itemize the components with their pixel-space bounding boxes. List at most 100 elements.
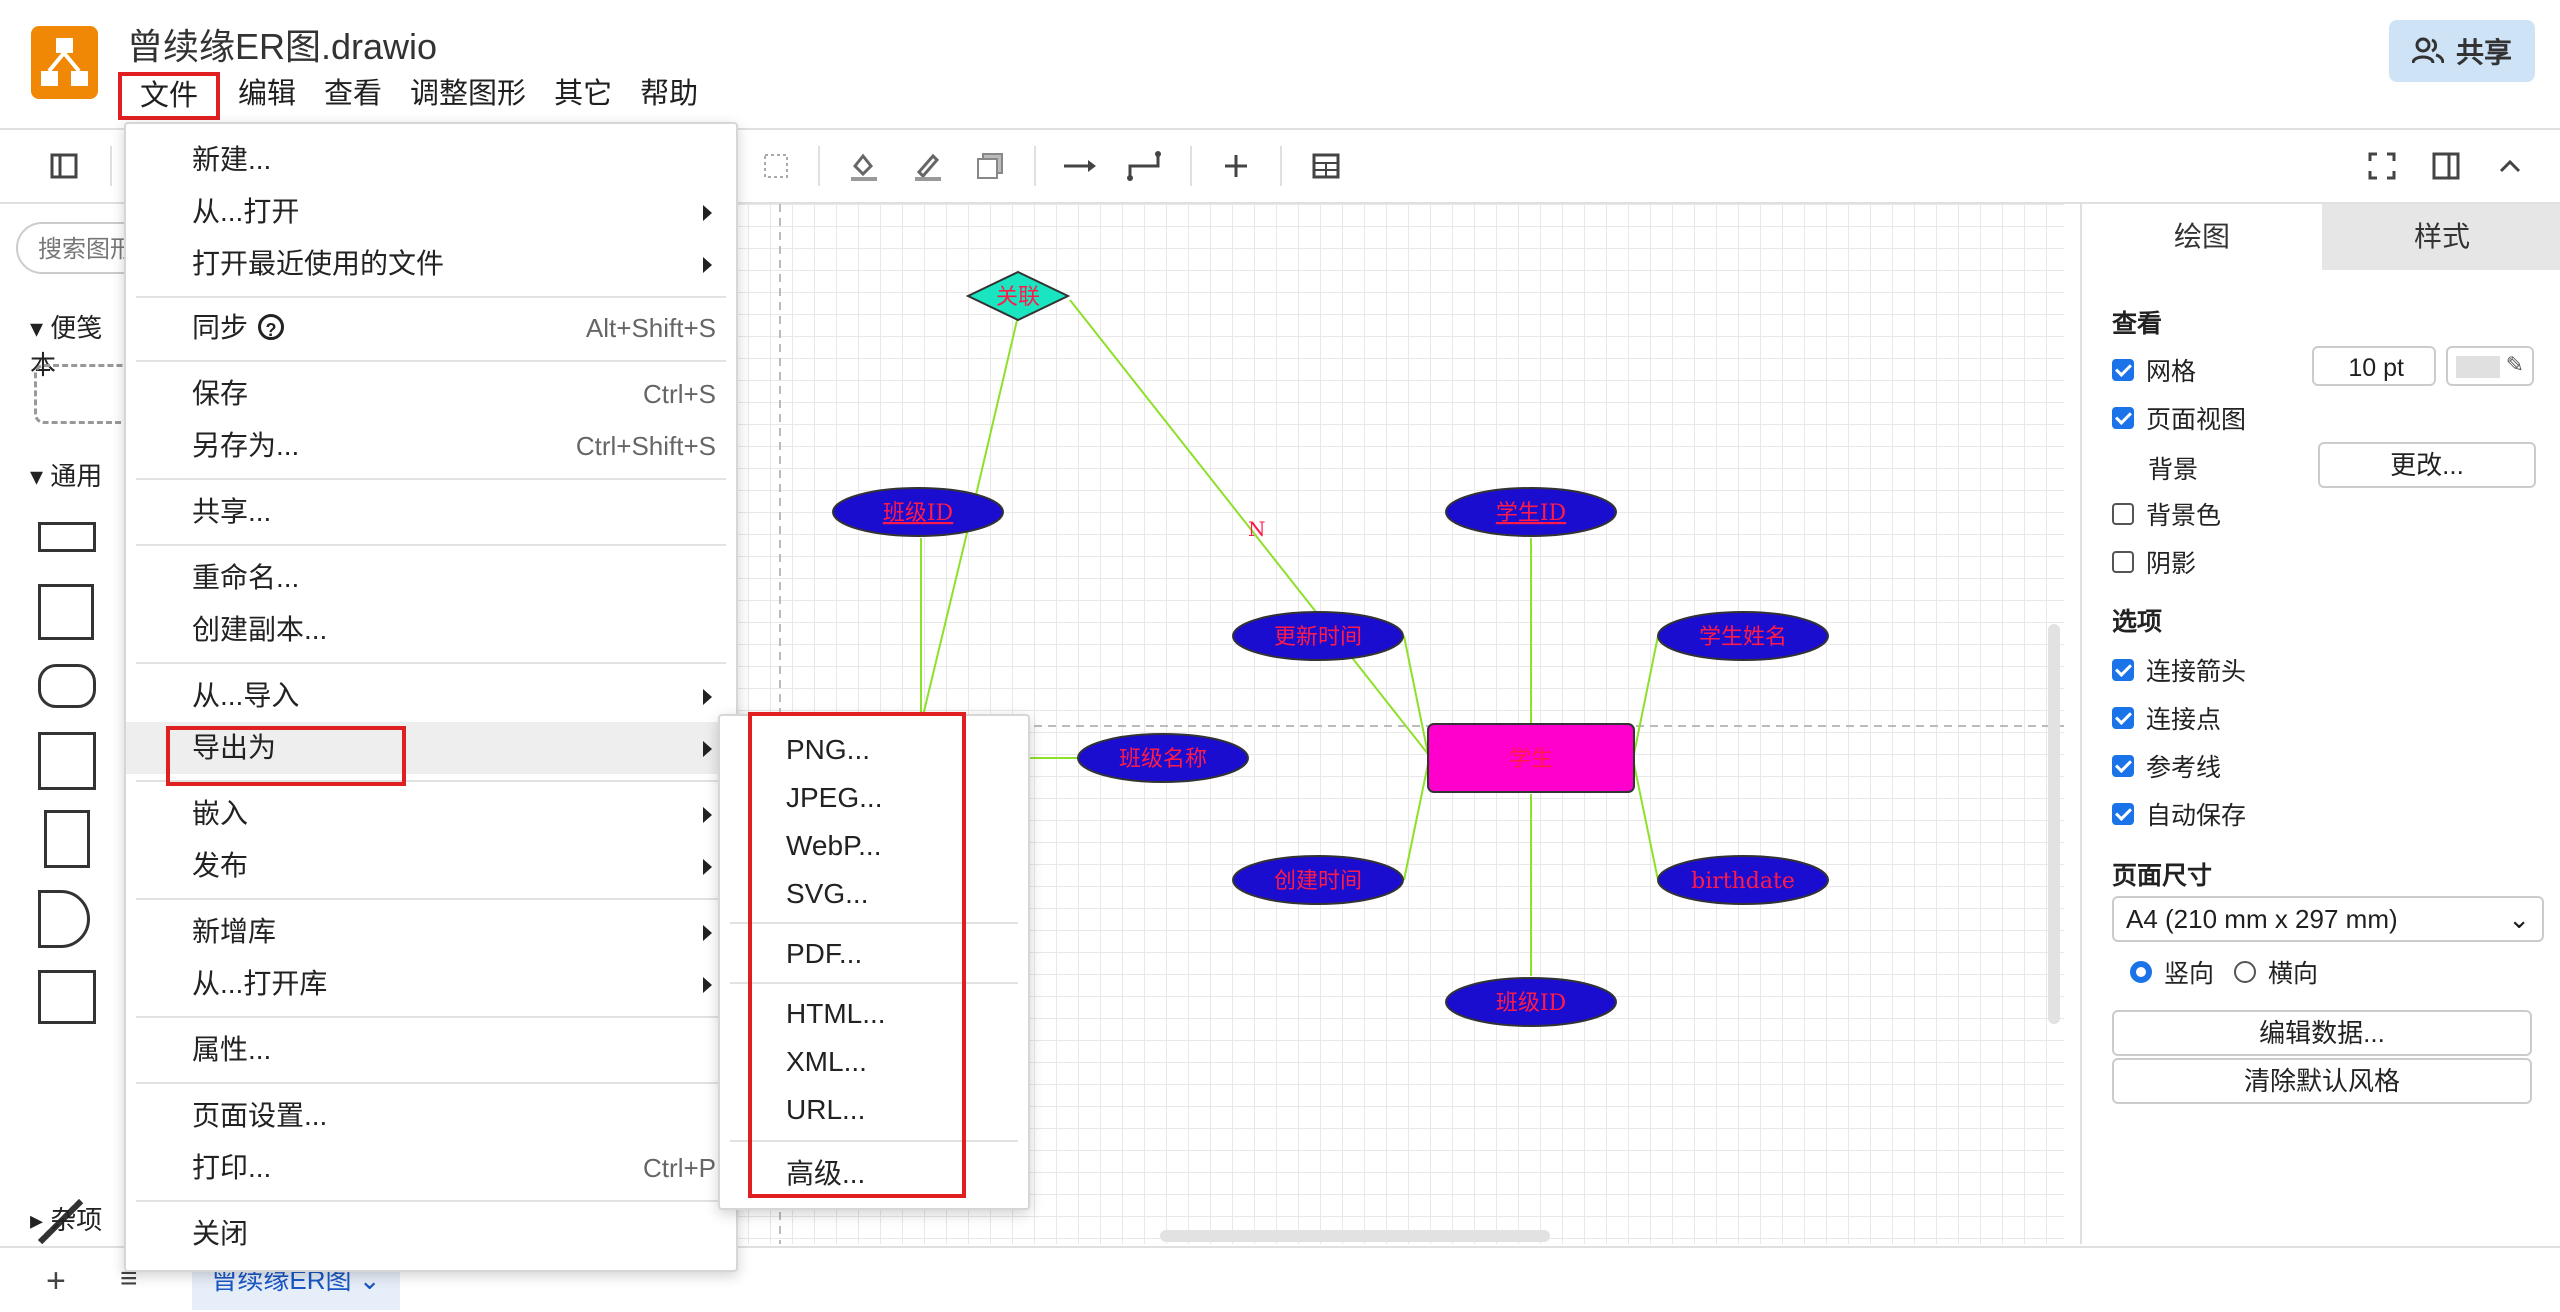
menu-item-save-as[interactable]: 另存为... Ctrl+Shift+S [126, 420, 736, 472]
connection-arrows-option[interactable]: 连接箭头 [2112, 652, 2246, 688]
shape-container[interactable] [38, 732, 96, 790]
landscape-option[interactable]: 横向 [2234, 954, 2318, 990]
fullscreen-icon[interactable] [2362, 146, 2402, 186]
background-color-checkbox[interactable] [2112, 503, 2134, 525]
menu-item-open-library-from[interactable]: 从...打开库 [126, 958, 736, 1010]
attribute-student-id[interactable]: 学生ID [1445, 487, 1617, 537]
attribute-student-name[interactable]: 学生姓名 [1657, 611, 1829, 661]
shape-square[interactable] [38, 584, 94, 640]
shadow-checkbox[interactable] [2112, 551, 2134, 573]
sidebar-toggle-icon[interactable] [44, 146, 84, 186]
menu-item-close[interactable]: 关闭 [126, 1208, 736, 1260]
waypoints-icon[interactable] [1124, 146, 1164, 186]
add-page-icon[interactable]: + [46, 1262, 66, 1301]
menu-item-open-from[interactable]: 从...打开 [126, 186, 736, 238]
highlight-export-as [166, 726, 406, 786]
format-panel-icon[interactable] [2426, 146, 2466, 186]
menu-item-save[interactable]: 保存 Ctrl+S [126, 368, 736, 420]
page-view-option[interactable]: 页面视图 [2112, 400, 2246, 436]
menu-item-new[interactable]: 新建... [126, 134, 736, 186]
format-panel: 绘图 样式 查看 网格 10 pt ✎ 页面视图 背景 更改... 背景色 阴影… [2080, 204, 2560, 1244]
shape-search-input[interactable]: 搜索图形 [16, 222, 124, 274]
attribute-class-id-bottom[interactable]: 班级ID [1445, 977, 1617, 1027]
shadow-icon[interactable] [970, 146, 1010, 186]
help-icon: ? [258, 314, 284, 340]
portrait-radio[interactable] [2130, 961, 2152, 983]
page-view-checkbox[interactable] [2112, 407, 2134, 429]
grid-checkbox[interactable] [2112, 359, 2134, 381]
menu-item-share[interactable]: 共享... [126, 486, 736, 538]
line-color-icon[interactable] [908, 146, 948, 186]
svg-text:班级名称: 班级名称 [1119, 747, 1207, 772]
menu-item-page-setup[interactable]: 页面设置... [126, 1090, 736, 1142]
guides-checkbox[interactable] [2112, 755, 2134, 777]
attribute-class-name[interactable]: 班级名称 [1077, 733, 1249, 783]
collapse-icon[interactable] [2490, 146, 2530, 186]
connection-arrows-checkbox[interactable] [2112, 659, 2134, 681]
share-button[interactable]: 共享 [2389, 20, 2535, 82]
menu-extras[interactable]: 其它 [540, 72, 626, 120]
attribute-class-id-left[interactable]: 班级ID [832, 487, 1004, 537]
edit-data-button[interactable]: 编辑数据... [2112, 1010, 2532, 1056]
shape-table[interactable] [38, 970, 96, 1024]
menu-item-embed[interactable]: 嵌入 [126, 788, 736, 840]
vertical-scrollbar[interactable] [2048, 624, 2060, 1024]
menu-arrange[interactable]: 调整图形 [396, 72, 540, 120]
document-title[interactable]: 曾续缘ER图.drawio [127, 18, 437, 70]
table-icon[interactable] [1306, 146, 1346, 186]
menu-item-properties[interactable]: 属性... [126, 1024, 736, 1076]
autosave-option[interactable]: 自动保存 [2112, 796, 2246, 832]
menu-item-open-recent[interactable]: 打开最近使用的文件 [126, 238, 736, 290]
connection-points-checkbox[interactable] [2112, 707, 2134, 729]
shape-hexagon[interactable] [38, 664, 96, 708]
relation-label: 关联 [996, 285, 1040, 310]
background-color-option[interactable]: 背景色 [2112, 496, 2221, 532]
tab-style[interactable]: 样式 [2322, 204, 2560, 270]
select-icon[interactable] [756, 146, 796, 186]
fill-color-icon[interactable] [844, 146, 884, 186]
grid-size-input[interactable]: 10 pt [2312, 346, 2436, 386]
autosave-checkbox[interactable] [2112, 803, 2134, 825]
menu-item-make-copy[interactable]: 创建副本... [126, 604, 736, 656]
background-label: 背景 [2148, 456, 2199, 484]
shape-document[interactable] [44, 810, 90, 868]
menu-help[interactable]: 帮助 [626, 72, 712, 120]
horizontal-scrollbar[interactable] [1160, 1230, 1550, 1242]
menu-view[interactable]: 查看 [310, 72, 396, 120]
users-icon [2411, 37, 2444, 64]
drawio-logo [31, 26, 98, 99]
landscape-radio[interactable] [2234, 961, 2256, 983]
grid-option[interactable]: 网格 [2112, 352, 2196, 388]
menu-file[interactable]: 文件 [118, 72, 221, 120]
shape-delay[interactable] [38, 890, 90, 948]
menu-item-new-library[interactable]: 新增库 [126, 906, 736, 958]
shape-rectangle[interactable] [38, 522, 96, 552]
menu-item-import-from[interactable]: 从...导入 [126, 670, 736, 722]
attribute-create-time[interactable]: 创建时间 [1232, 855, 1404, 905]
section-general[interactable]: ▾ 通用 [30, 456, 102, 493]
change-background-button[interactable]: 更改... [2318, 442, 2536, 488]
menu-edit[interactable]: 编辑 [224, 72, 310, 120]
menu-item-rename[interactable]: 重命名... [126, 552, 736, 604]
portrait-option[interactable]: 竖向 [2130, 954, 2214, 990]
section-misc[interactable]: ▸ 杂项 [30, 1200, 102, 1237]
attribute-birthdate[interactable]: birthdate [1657, 855, 1829, 905]
guides-option[interactable]: 参考线 [2112, 748, 2221, 784]
share-label: 共享 [2455, 37, 2512, 68]
svg-text:学生ID: 学生ID [1496, 501, 1566, 526]
grid-color-picker[interactable]: ✎ [2446, 346, 2534, 386]
menu-item-sync[interactable]: 同步 ? Alt+Shift+S [126, 302, 736, 354]
chevron-down-icon: ⌄ [2508, 904, 2530, 934]
attribute-update-time[interactable]: 更新时间 [1232, 611, 1404, 661]
scratchpad-drop-area[interactable] [34, 364, 124, 424]
shadow-option[interactable]: 阴影 [2112, 544, 2196, 580]
menu-item-publish[interactable]: 发布 [126, 840, 736, 892]
connection-points-option[interactable]: 连接点 [2112, 700, 2221, 736]
menu-item-print[interactable]: 打印... Ctrl+P [126, 1142, 736, 1194]
page-size-select[interactable]: A4 (210 mm x 297 mm) ⌄ [2112, 896, 2544, 942]
connection-arrow-icon[interactable] [1060, 146, 1100, 186]
clear-default-style-button[interactable]: 清除默认风格 [2112, 1058, 2532, 1104]
highlight-export-submenu [748, 712, 966, 1198]
tab-diagram[interactable]: 绘图 [2082, 204, 2322, 270]
insert-plus-icon[interactable] [1216, 146, 1256, 186]
